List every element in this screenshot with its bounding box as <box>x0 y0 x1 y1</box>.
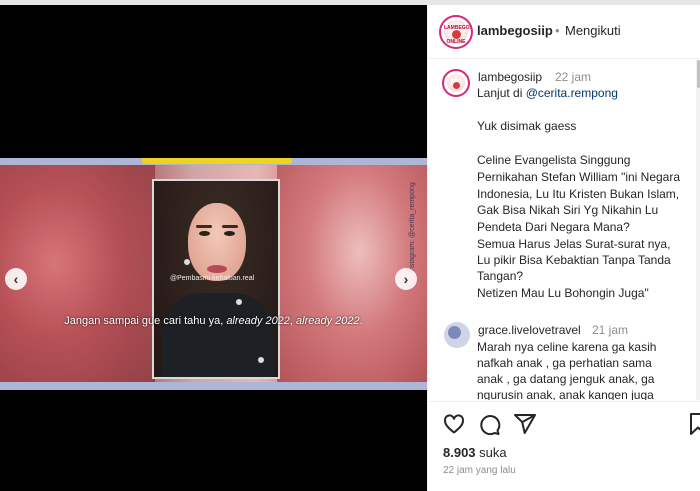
caption-line: Gak Bisa Nikah Siri Yg Nikahin Lu <box>477 203 659 217</box>
comment-line: nafkah anak , ga perhatian sama <box>477 356 652 370</box>
earring-icon <box>184 259 190 265</box>
post-actions: 8.903 suka 22 jam yang lalu <box>428 401 700 491</box>
subtitle-end: . <box>359 315 363 327</box>
caption-line: Semua Harus Jelas Surat-surat nya, <box>477 237 671 251</box>
subtitle-text: Jangan sampai gue cari tahu ya, <box>64 315 227 327</box>
mention-link[interactable]: @cerita.rempong <box>526 86 618 100</box>
caption-text: Lanjut di <box>477 86 526 100</box>
caption-line: Lu pikir Bisa Kebaktian Tanpa Tanda <box>477 253 671 267</box>
brooch-icon <box>236 299 242 305</box>
logo-text-bottom: ONLINE <box>446 39 466 45</box>
caption-avatar[interactable] <box>442 69 470 97</box>
comment-line: Marah nya celine karena ga kasih <box>477 340 657 354</box>
post-header: LAMBEGOSIIP ONLINE lambegosiip • Mengiku… <box>428 5 700 59</box>
lambegosiip-logo-icon: LAMBEGOSIIP ONLINE <box>444 20 471 45</box>
portrait-eye-right <box>224 231 235 236</box>
portrait-brow-left <box>196 225 212 228</box>
bookmark-icon <box>690 413 700 435</box>
caption-line: Netizen Mau Lu Bohongin Juga" <box>477 286 649 300</box>
header-separator: • <box>555 23 560 38</box>
avatar-photo-icon <box>448 326 461 339</box>
caption-username[interactable]: lambegosiip <box>478 70 542 84</box>
author-avatar[interactable]: LAMBEGOSIIP ONLINE <box>439 15 473 49</box>
caption-line: Yuk disimak gaess <box>477 119 577 133</box>
chevron-left-icon: ‹ <box>13 271 19 287</box>
save-button[interactable] <box>686 412 700 436</box>
likes-number: 8.903 <box>443 445 476 460</box>
commenter-username[interactable]: grace.livelovetravel <box>478 323 581 337</box>
lambegosiip-logo-icon <box>447 74 465 92</box>
carousel-next-button[interactable]: › <box>395 268 417 290</box>
subtitle-italic: already 2022 <box>226 315 290 327</box>
caption-line: Tangan? <box>477 269 524 283</box>
caption-line: Celine Evangelista Singgung <box>477 153 631 167</box>
carousel-prev-button[interactable]: ‹ <box>5 268 27 290</box>
portrait-eye-left <box>199 231 210 236</box>
video-subtitle: Jangan sampai gue cari tahu ya, already … <box>0 315 427 327</box>
like-button[interactable] <box>442 412 466 436</box>
likes-count[interactable]: 8.903 suka <box>443 445 507 460</box>
brooch-icon <box>258 357 264 363</box>
likes-label: suka <box>479 445 507 460</box>
share-icon <box>514 414 536 434</box>
video-watermark: @Pembasmi.kehaluan.real <box>170 275 255 282</box>
subtitle-italic: already 2022 <box>296 315 360 327</box>
share-button[interactable] <box>513 412 537 436</box>
comments-list[interactable]: lambegosiip 22 jam Lanjut di @cerita.rem… <box>428 60 700 400</box>
portrait-coat <box>162 293 274 377</box>
post-sidebar: LAMBEGOSIIP ONLINE lambegosiip • Mengiku… <box>427 5 700 491</box>
heart-icon <box>444 414 464 434</box>
portrait-brow-right <box>222 225 238 228</box>
caption-line: Indonesia, Lu Itu Kristen Bukan Islam, <box>477 187 680 201</box>
portrait-lips <box>207 265 227 273</box>
comment-line: anak , ga datang jenguk anak, ga <box>477 372 655 386</box>
caption-line: Pernikahan Stefan William "ini Negara <box>477 170 681 184</box>
caption-time: 22 jam <box>555 70 592 84</box>
author-username[interactable]: lambegosiip <box>477 23 553 38</box>
post-media[interactable]: @Pembasmi.kehaluan.real Instagram: @ceri… <box>0 5 427 491</box>
post-timestamp[interactable]: 22 jam yang lalu <box>443 465 516 476</box>
video-side-watermark: Instagram: @cerita_rempong <box>409 182 416 273</box>
logo-figure-icon <box>452 30 461 40</box>
video-yellow-bar <box>142 158 292 164</box>
caption-line: Pendeta Dari Negara Mana? <box>477 220 630 234</box>
comments-scrollbar[interactable] <box>696 60 700 400</box>
comment-button[interactable] <box>477 412 501 436</box>
logo-figure-icon <box>453 81 460 89</box>
video-portrait: @Pembasmi.kehaluan.real <box>152 179 280 379</box>
commenter-avatar[interactable] <box>444 322 470 348</box>
comment-line: ngurusin anak, anak kangen juga <box>477 388 654 400</box>
chevron-right-icon: › <box>403 271 409 287</box>
caption-line: Lanjut di @cerita.rempong <box>477 85 618 101</box>
comment-icon <box>480 415 501 436</box>
comment-time: 21 jam <box>592 323 629 337</box>
video-bottom-strip <box>0 382 427 390</box>
following-button[interactable]: Mengikuti <box>565 23 621 38</box>
